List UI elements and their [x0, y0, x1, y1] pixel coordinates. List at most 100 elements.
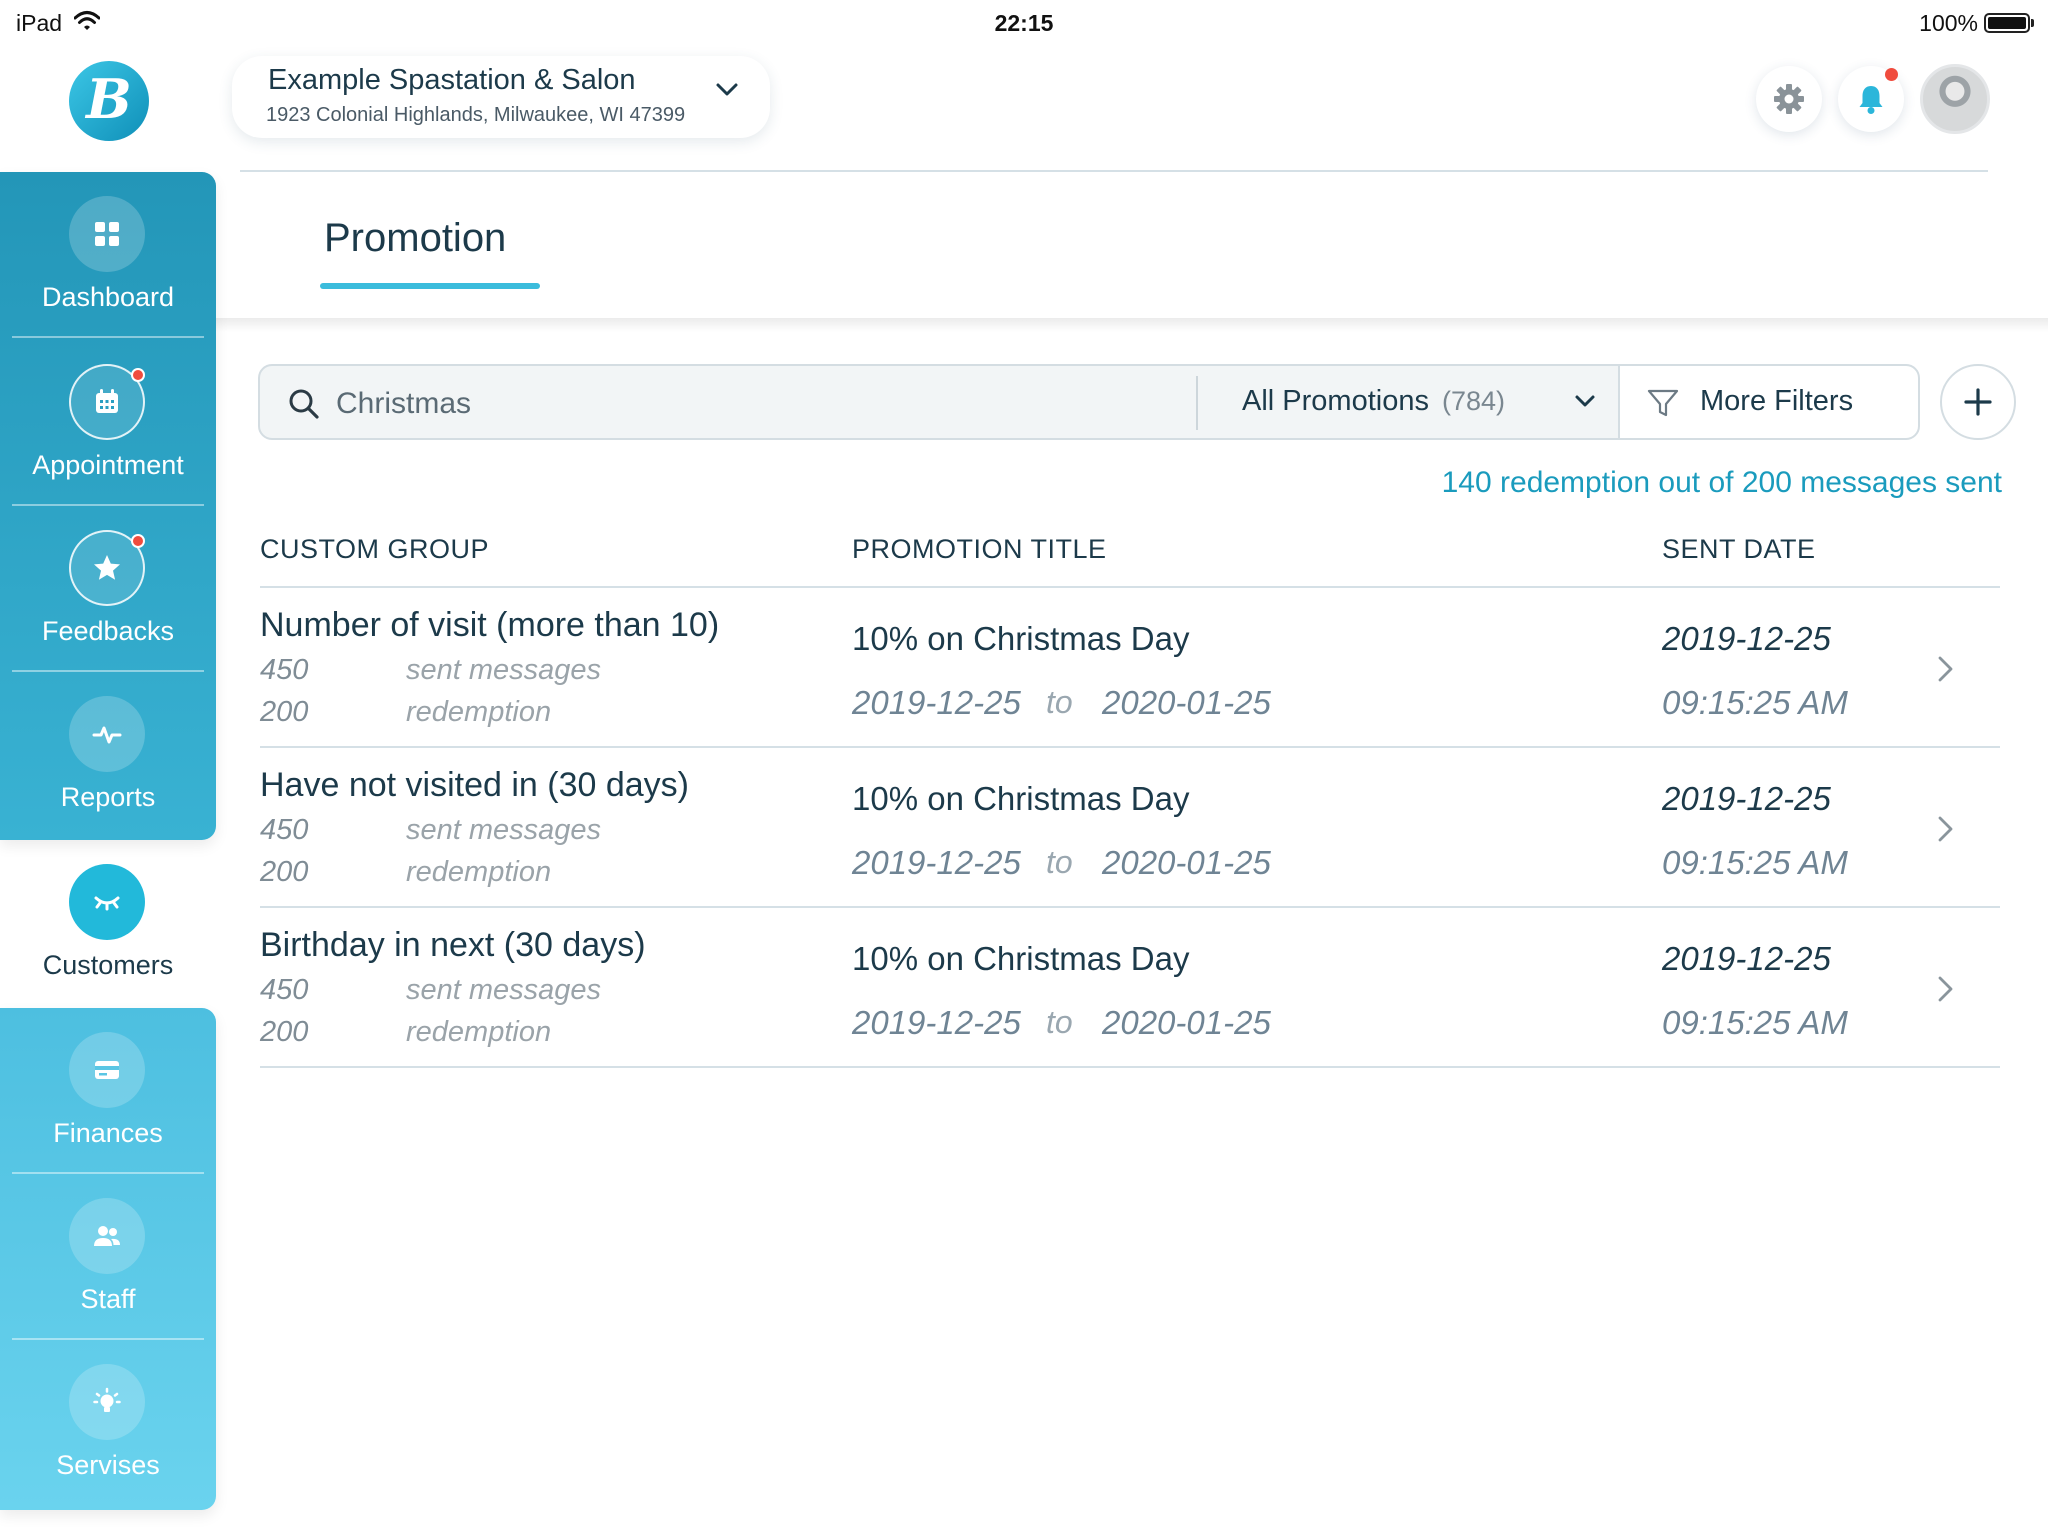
grid-icon: [95, 222, 119, 246]
promotion-title: 10% on Christmas Day: [852, 940, 1190, 977]
sidebar-icon-circle: [69, 196, 145, 272]
sidebar-item-servises[interactable]: Servises: [0, 1340, 216, 1506]
promotion-end-date: 2020-01-25: [1102, 844, 1271, 881]
gear-icon: [1774, 84, 1804, 114]
user-avatar[interactable]: [1920, 64, 1990, 134]
redemption-summary: 140 redemption out of 200 messages sent: [1441, 466, 2002, 499]
card-icon: [95, 1061, 119, 1079]
filter-count: (784): [1442, 386, 1506, 416]
table-row[interactable]: Have not visited in (30 days) 450 sent m…: [260, 748, 2000, 908]
bell-icon: [1859, 86, 1883, 114]
table-row[interactable]: Birthday in next (30 days) 450 sent mess…: [260, 908, 2000, 1068]
sidebar-item-label: Appointment: [32, 450, 184, 480]
tab-promotion[interactable]: Promotion: [324, 216, 506, 261]
redemption-label: redemption: [406, 856, 552, 888]
redemption-label: redemption: [406, 696, 552, 728]
header-divider: [240, 170, 1988, 172]
clock: 22:15: [994, 10, 1054, 36]
date-range-to: to: [1046, 684, 1073, 720]
promotion-title: 10% on Christmas Day: [852, 780, 1190, 817]
sidebar-icon-circle: [69, 864, 145, 940]
people-icon: [94, 1226, 120, 1246]
notification-badge: [1885, 68, 1898, 81]
sidebar-icon-circle: [69, 1364, 145, 1440]
app-logo[interactable]: B: [69, 61, 149, 141]
sidebar-divider: [12, 336, 204, 338]
sidebar-item-label: Customers: [42, 950, 174, 980]
promotion-title: 10% on Christmas Day: [852, 620, 1190, 657]
redemption-count: 200: [260, 856, 309, 888]
search-filter-bar: All Promotions (784) More Filters: [258, 364, 1920, 440]
filter-icon: [1647, 389, 1679, 417]
search-input[interactable]: [336, 382, 1136, 426]
sidebar-icon-circle: [69, 1198, 145, 1274]
sidebar-icon-circle: [69, 1032, 145, 1108]
promotion-start-date: 2019-12-25: [852, 684, 1021, 721]
sidebar-item-reports[interactable]: Reports: [0, 672, 216, 838]
bulb-icon: [93, 1387, 121, 1412]
row-divider: [260, 1066, 2000, 1068]
eye-closed-icon: [94, 896, 120, 911]
sidebar-item-staff[interactable]: Staff: [0, 1174, 216, 1340]
sidebar-item-label: Staff: [80, 1284, 136, 1314]
sidebar-item-appointment[interactable]: Appointment: [0, 340, 216, 506]
calendar-icon: [96, 389, 118, 413]
more-filters-button[interactable]: More Filters: [1618, 364, 1920, 440]
sidebar-item-label: Servises: [56, 1450, 160, 1480]
sidebar-item-feedbacks[interactable]: Feedbacks: [0, 506, 216, 672]
sent-label: sent messages: [406, 974, 602, 1006]
redemption-label: redemption: [406, 1016, 552, 1048]
salon-name: Example Spastation & Salon: [268, 64, 636, 96]
promotion-filter-select[interactable]: All Promotions (784): [1198, 366, 1618, 438]
custom-group-name: Number of visit (more than 10): [260, 606, 720, 644]
appointment-badge: [131, 368, 145, 382]
sidebar-item-dashboard[interactable]: Dashboard: [0, 172, 216, 338]
chevron-down-icon: [716, 83, 738, 96]
chevron-right-icon: [1938, 656, 1953, 682]
pulse-icon: [92, 726, 122, 744]
sent-time: 09:15:25 AM: [1662, 1004, 1848, 1041]
date-range-to: to: [1046, 1004, 1073, 1040]
more-filters-label: More Filters: [1700, 385, 1854, 417]
settings-button[interactable]: [1756, 66, 1822, 132]
sent-count: 450: [260, 654, 309, 686]
salon-selector[interactable]: Example Spastation & Salon 1923 Colonial…: [232, 56, 770, 138]
sidebar-icon-circle: [69, 364, 145, 440]
sidebar: Dashboard Appointment Feedbacks Reports …: [0, 172, 216, 1510]
chevron-down-icon: [1575, 395, 1595, 407]
promotion-end-date: 2020-01-25: [1102, 1004, 1271, 1041]
filter-selected-label: All Promotions: [1242, 385, 1429, 417]
tab-bar-shadow: [216, 318, 2048, 332]
promotion-start-date: 2019-12-25: [852, 1004, 1021, 1041]
custom-group-name: Birthday in next (30 days): [260, 926, 646, 964]
sent-label: sent messages: [406, 814, 602, 846]
promotion-end-date: 2020-01-25: [1102, 684, 1271, 721]
notifications-button[interactable]: [1838, 66, 1904, 132]
sent-count: 450: [260, 974, 309, 1006]
column-header-promotion-title: PROMOTION TITLE: [852, 534, 1107, 564]
tab-active-indicator: [320, 283, 540, 289]
promotion-start-date: 2019-12-25: [852, 844, 1021, 881]
sidebar-icon-circle: [69, 696, 145, 772]
add-promotion-button[interactable]: [1940, 364, 2016, 440]
battery-icon: [1984, 13, 2034, 33]
sidebar-icon-circle: [69, 530, 145, 606]
sidebar-item-label: Feedbacks: [41, 616, 175, 646]
sent-time: 09:15:25 AM: [1662, 844, 1848, 881]
sidebar-item-label: Dashboard: [41, 282, 175, 312]
column-header-custom-group: CUSTOM GROUP: [260, 534, 490, 564]
date-range-to: to: [1046, 844, 1073, 880]
sidebar-item-customers[interactable]: Customers: [0, 840, 216, 1006]
sent-date: 2019-12-25: [1662, 620, 1831, 657]
sent-time: 09:15:25 AM: [1662, 684, 1848, 721]
feedbacks-badge: [131, 534, 145, 548]
sidebar-item-finances[interactable]: Finances: [0, 1008, 216, 1174]
custom-group-name: Have not visited in (30 days): [260, 766, 689, 804]
sent-date: 2019-12-25: [1662, 780, 1831, 817]
redemption-count: 200: [260, 696, 309, 728]
app-logo-letter: B: [86, 67, 132, 131]
table-row[interactable]: Number of visit (more than 10) 450 sent …: [260, 588, 2000, 748]
search-icon: [289, 389, 319, 419]
star-icon: [94, 555, 120, 580]
sent-date: 2019-12-25: [1662, 940, 1831, 977]
